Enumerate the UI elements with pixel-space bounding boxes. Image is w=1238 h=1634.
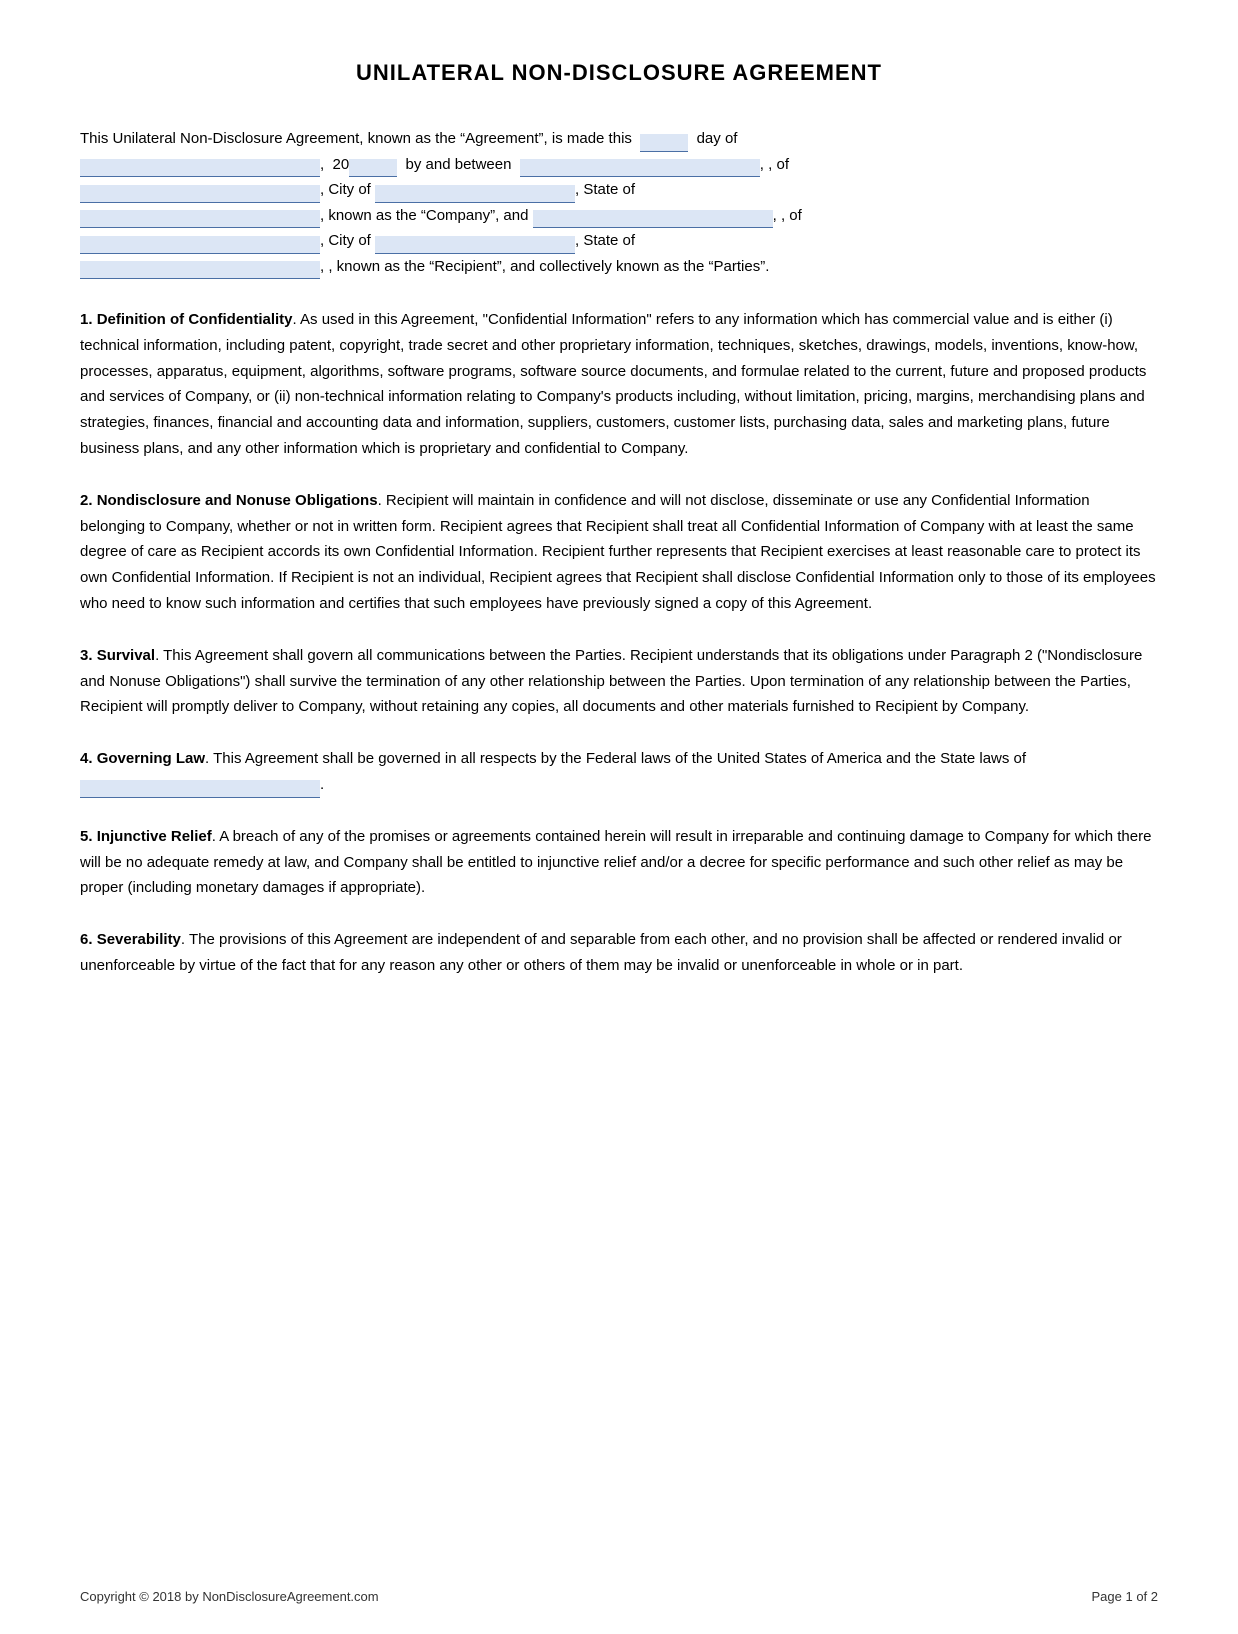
section-2-title: Nondisclosure and Nonuse Obligations xyxy=(97,492,378,509)
section-6-number: 6. xyxy=(80,931,97,948)
section-4-title: Governing Law xyxy=(97,750,205,767)
section-2-number: 2. xyxy=(80,492,97,509)
section-4-body: . This Agreement shall be governed in al… xyxy=(205,750,1026,767)
footer-page: Page 1 of 2 xyxy=(1092,1589,1159,1604)
blank-state-law[interactable] xyxy=(80,780,320,798)
blank-recipient-state[interactable] xyxy=(80,261,320,279)
blank-company-state[interactable] xyxy=(80,210,320,228)
intro-line1-end: day of xyxy=(697,130,738,147)
intro-line2-end: , of xyxy=(768,156,789,173)
section-4-number: 4. xyxy=(80,750,97,767)
blank-recipient-name[interactable] xyxy=(533,210,773,228)
section-2: 2. Nondisclosure and Nonuse Obligations.… xyxy=(80,488,1158,617)
blank-year[interactable] xyxy=(349,159,397,177)
intro-line1-start: This Unilateral Non-Disclosure Agreement… xyxy=(80,130,632,147)
footer: Copyright © 2018 by NonDisclosureAgreeme… xyxy=(80,1589,1158,1604)
document-title: UNILATERAL NON-DISCLOSURE AGREEMENT xyxy=(80,60,1158,86)
section-1-number: 1. xyxy=(80,311,97,328)
footer-copyright: Copyright © 2018 by NonDisclosureAgreeme… xyxy=(80,1589,379,1604)
section-3-body: . This Agreement shall govern all commun… xyxy=(80,647,1142,716)
section-3-title: Survival xyxy=(97,647,155,664)
section-5-body: . A breach of any of the promises or agr… xyxy=(80,828,1151,897)
blank-day[interactable] xyxy=(640,134,688,152)
section-5-number: 5. xyxy=(80,828,97,845)
document-page: UNILATERAL NON-DISCLOSURE AGREEMENT This… xyxy=(0,0,1238,1634)
intro-by-between: by and between xyxy=(406,156,512,173)
section-6: 6. Severability. The provisions of this … xyxy=(80,927,1158,979)
section-1-body: . As used in this Agreement, "Confidenti… xyxy=(80,311,1146,457)
section-4: 4. Governing Law. This Agreement shall b… xyxy=(80,746,1158,798)
intro-block: This Unilateral Non-Disclosure Agreement… xyxy=(80,126,1158,279)
section-3: 3. Survival. This Agreement shall govern… xyxy=(80,643,1158,720)
section-5-title: Injunctive Relief xyxy=(97,828,212,845)
section-1: 1. Definition of Confidentiality. As use… xyxy=(80,307,1158,462)
section-5: 5. Injunctive Relief. A breach of any of… xyxy=(80,824,1158,901)
intro-line6: , known as the “Recipient”, and collecti… xyxy=(328,258,769,275)
blank-year-line[interactable] xyxy=(80,159,320,177)
blank-company-name[interactable] xyxy=(520,159,760,177)
blank-recipient-city[interactable] xyxy=(375,236,575,254)
section-6-title: Severability xyxy=(97,931,181,948)
intro-line4-end: , of xyxy=(781,207,802,224)
blank-company-address[interactable] xyxy=(80,185,320,203)
section-2-body: . Recipient will maintain in confidence … xyxy=(80,492,1156,612)
section-1-title: Definition of Confidentiality xyxy=(97,311,293,328)
blank-recipient-address[interactable] xyxy=(80,236,320,254)
section-6-body: . The provisions of this Agreement are i… xyxy=(80,931,1122,974)
blank-company-city[interactable] xyxy=(375,185,575,203)
section-3-number: 3. xyxy=(80,647,97,664)
